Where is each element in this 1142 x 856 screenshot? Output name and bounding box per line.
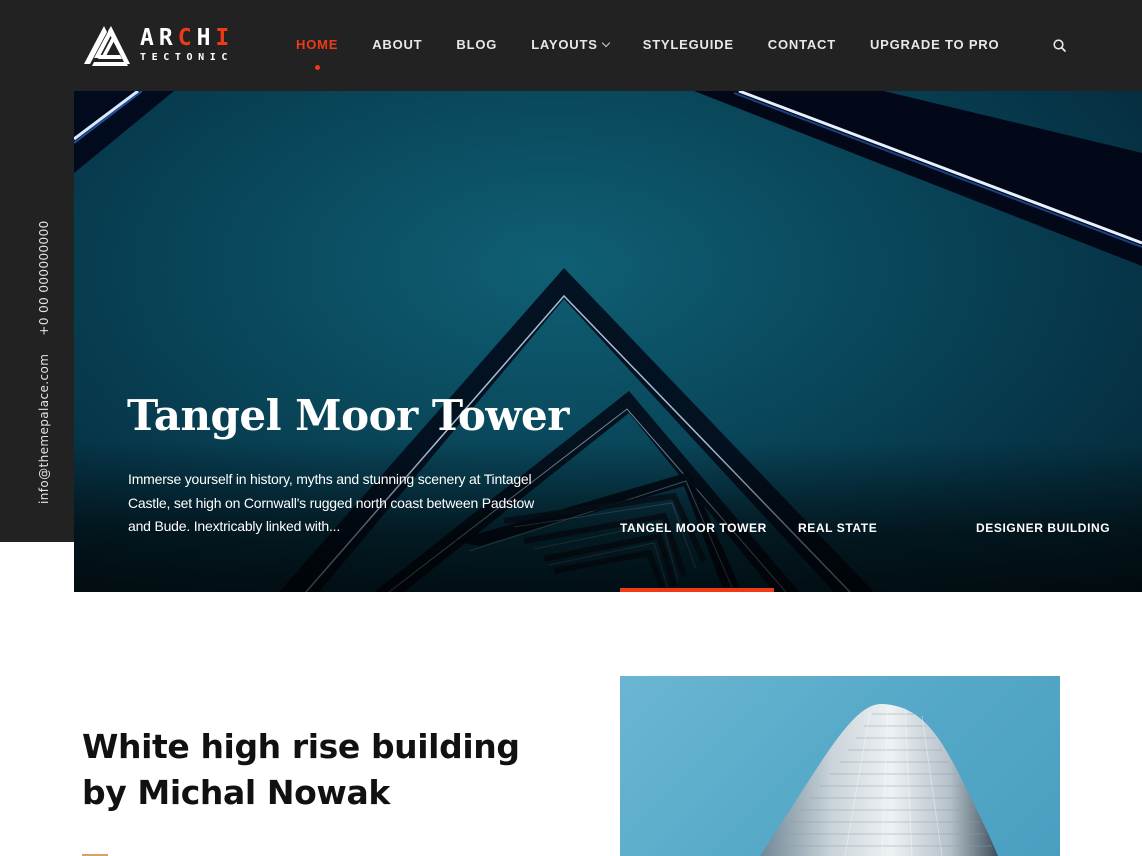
- nav-item-styleguide[interactable]: STYLEGUIDE: [643, 37, 734, 52]
- logo-wordmark: ARCHI: [140, 25, 235, 51]
- active-indicator-dot: [314, 65, 320, 70]
- slide-tab-designer-building[interactable]: DESIGNER BUILDING: [976, 521, 1110, 535]
- nav-item-blog[interactable]: BLOG: [456, 37, 497, 52]
- search-button[interactable]: [1052, 38, 1068, 54]
- hero-title: Tangel Moor Tower: [127, 391, 569, 440]
- site-header: ARCHI TECTONIC HOME ABOUT BLOG LAYOUTS S…: [0, 0, 1142, 91]
- chevron-down-icon: [601, 38, 610, 48]
- slider-tabs: TANGEL MOOR TOWER REAL STATE DESIGNER BU…: [620, 521, 1140, 541]
- sidebar-contact-info: info@themepalace.com +0 00 000000000: [37, 220, 51, 504]
- slide-tab-real-state[interactable]: REAL STATE: [798, 521, 877, 535]
- logo-tagline: TECTONIC: [140, 52, 233, 63]
- feature-building-image: [620, 676, 1060, 856]
- site-logo[interactable]: ARCHI TECTONIC: [82, 22, 234, 68]
- sidebar-email-link[interactable]: info@themepalace.com: [37, 354, 51, 504]
- sidebar-phone-link[interactable]: +0 00 000000000: [37, 220, 51, 335]
- building-photo: [760, 704, 998, 856]
- nav-item-home[interactable]: HOME: [296, 37, 338, 70]
- slide-tab-tangel-moor-tower[interactable]: TANGEL MOOR TOWER: [620, 521, 767, 535]
- search-icon: [1053, 39, 1066, 52]
- hero-description: Immerse yourself in history, myths and s…: [128, 471, 535, 534]
- active-slide-indicator: [620, 588, 774, 592]
- logo-icon: [84, 26, 130, 66]
- main-nav: HOME ABOUT BLOG LAYOUTS STYLEGUIDE CONTA…: [296, 37, 1033, 70]
- nav-item-contact[interactable]: CONTACT: [768, 37, 836, 52]
- feature-title: White high rise building by Michal Nowak: [82, 727, 520, 812]
- nav-item-about[interactable]: ABOUT: [372, 37, 422, 52]
- hero-slider: Tangel Moor Tower Immerse yourself in hi…: [74, 91, 1142, 592]
- nav-item-layouts[interactable]: LAYOUTS: [531, 37, 610, 52]
- nav-item-upgrade-to-pro[interactable]: UPGRADE TO PRO: [870, 37, 999, 52]
